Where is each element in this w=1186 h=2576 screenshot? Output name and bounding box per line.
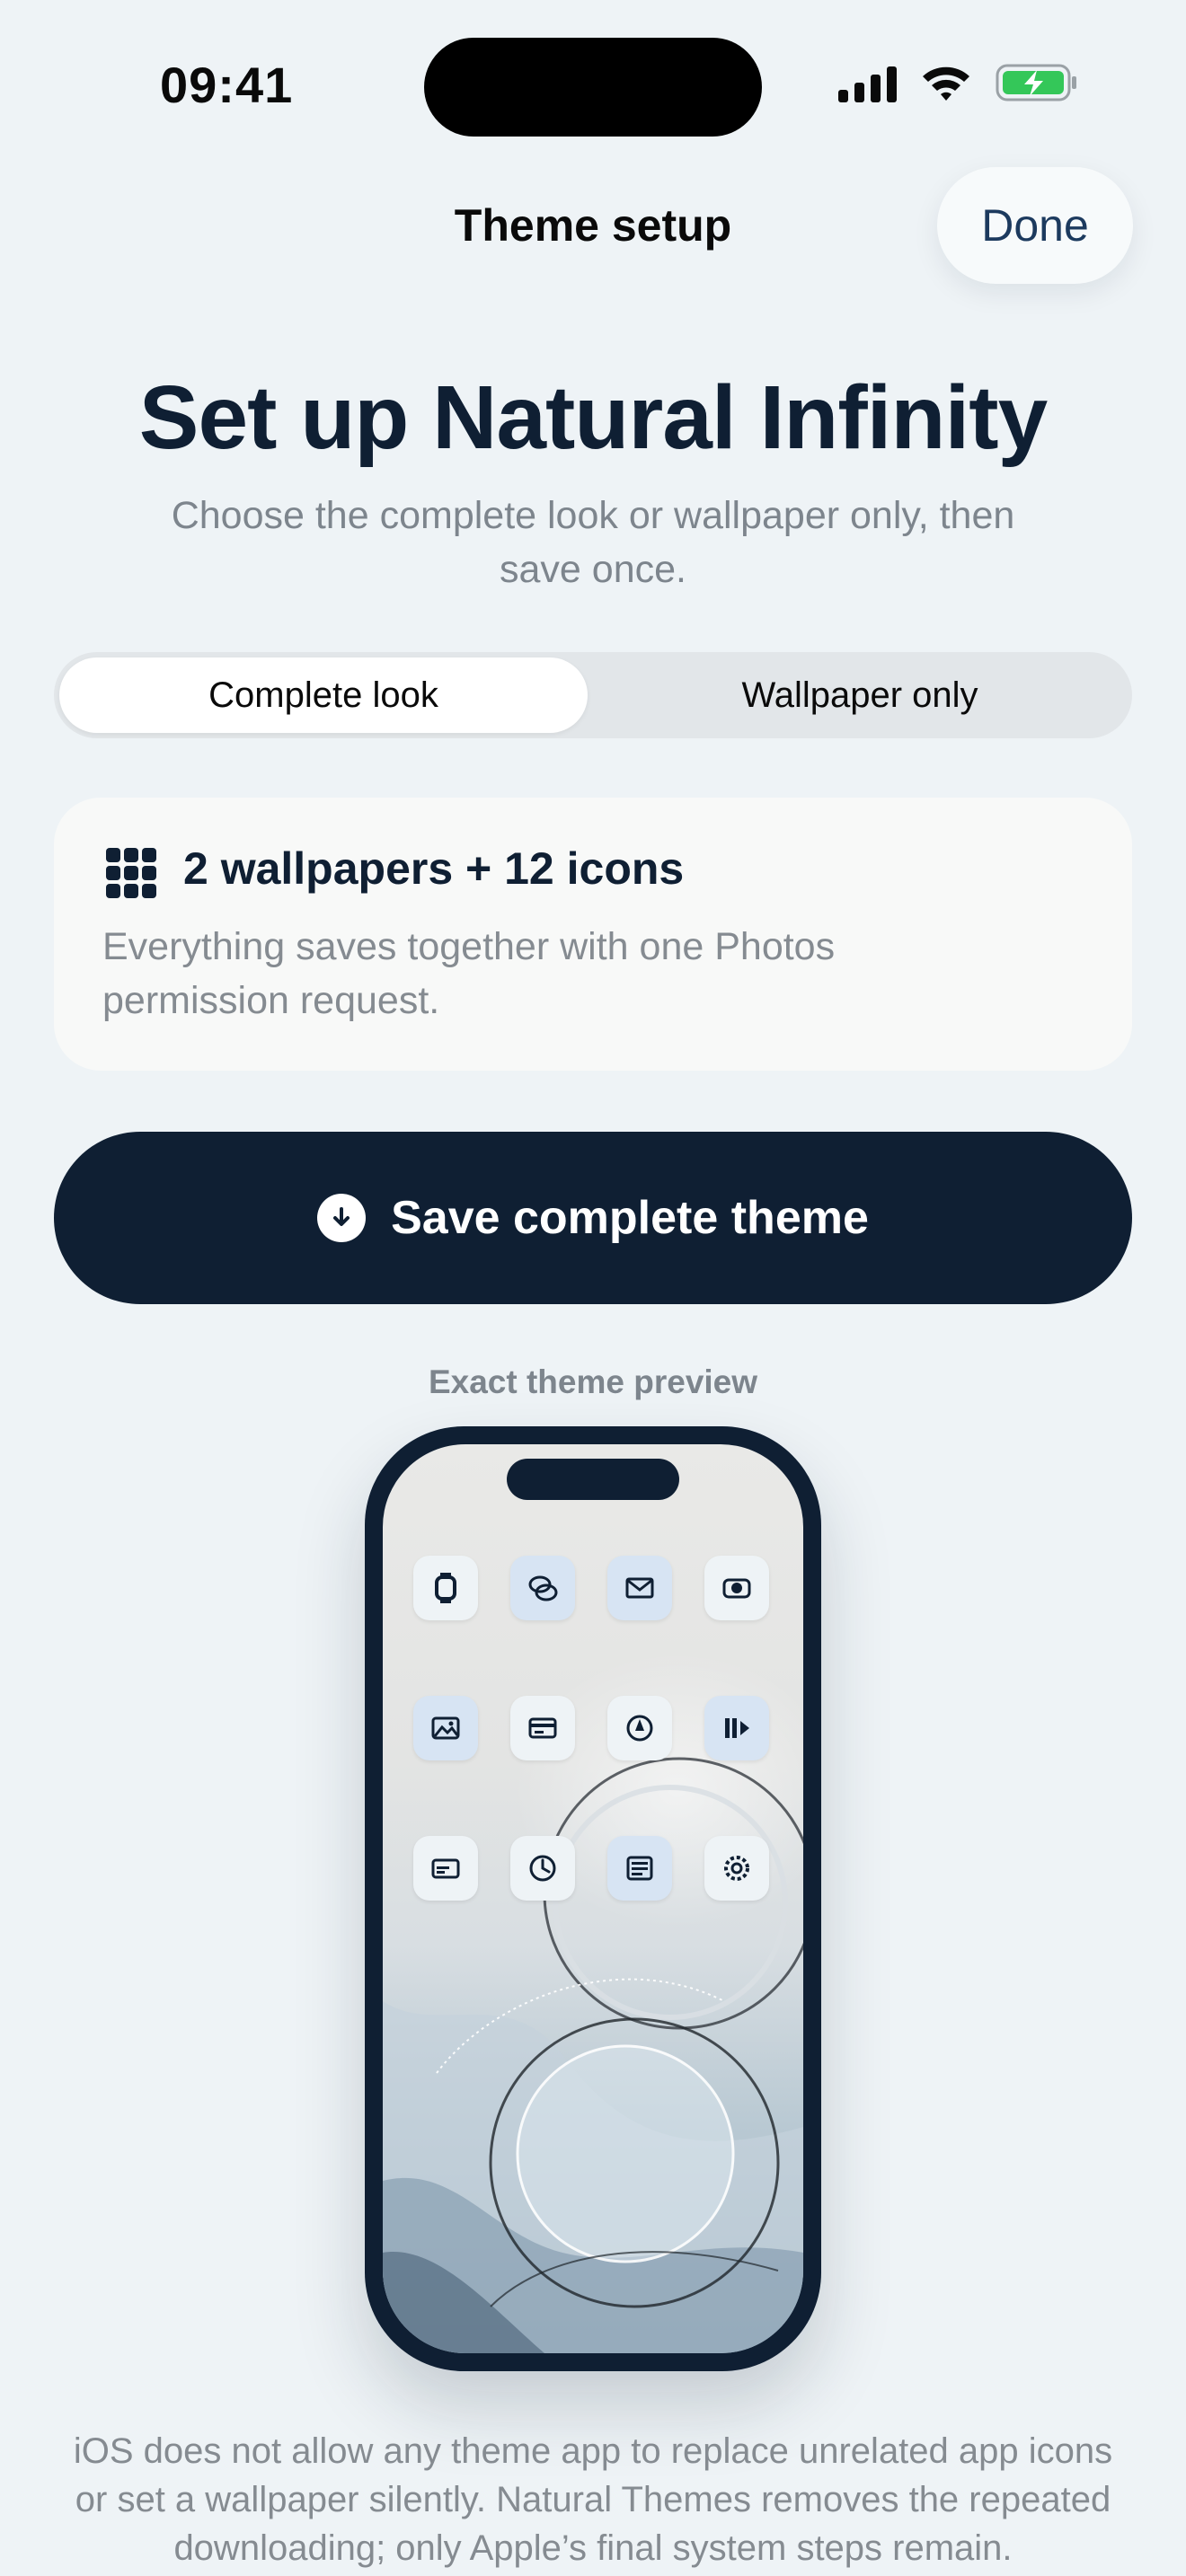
wifi-icon <box>920 63 972 102</box>
mail-icon <box>607 1556 672 1620</box>
theme-preview-phone <box>365 1426 821 2371</box>
card-icon <box>413 1836 478 1901</box>
watch-icon <box>413 1556 478 1620</box>
dynamic-island <box>424 38 762 137</box>
wallet-icon <box>510 1696 575 1760</box>
preview-label: Exact theme preview <box>428 1363 758 1400</box>
status-icons <box>838 63 1078 102</box>
preview-app-grid <box>413 1556 773 1901</box>
mode-segmented-control: Complete look Wallpaper only <box>54 652 1132 738</box>
status-time: 09:41 <box>160 57 294 113</box>
segment-wallpaper-only[interactable]: Wallpaper only <box>593 657 1127 733</box>
save-button-label: Save complete theme <box>391 1192 869 1244</box>
done-button[interactable]: Done <box>937 167 1133 284</box>
card-description: Everything saves together with one Photo… <box>102 925 836 1022</box>
download-icon <box>317 1194 367 1242</box>
page-title: Set up Natural Infinity <box>138 367 1048 468</box>
preview-dynamic-island <box>507 1459 679 1500</box>
chat-bubbles-icon <box>510 1556 575 1620</box>
photos-icon <box>413 1696 478 1760</box>
podcasts-icon <box>704 1696 769 1760</box>
page-subtitle: Choose the complete look or wallpaper on… <box>171 494 1015 591</box>
card-title: 2 wallpapers + 12 icons <box>183 843 685 894</box>
news-icon <box>607 1836 672 1901</box>
wallpaper-preview <box>383 1444 803 2353</box>
segment-complete-look[interactable]: Complete look <box>59 657 588 733</box>
battery-charging-icon <box>996 63 1078 102</box>
settings-icon <box>704 1836 769 1901</box>
clock-icon <box>510 1836 575 1901</box>
camera-icon <box>704 1556 769 1620</box>
compass-icon <box>607 1696 672 1760</box>
grid-icon <box>106 848 156 898</box>
footer-note: iOS does not allow any theme app to repl… <box>73 2431 1113 2568</box>
save-complete-theme-button[interactable]: Save complete theme <box>54 1132 1132 1304</box>
theme-contents-card: 2 wallpapers + 12 icons Everything saves… <box>54 798 1132 1071</box>
cellular-signal-icon <box>838 63 897 102</box>
